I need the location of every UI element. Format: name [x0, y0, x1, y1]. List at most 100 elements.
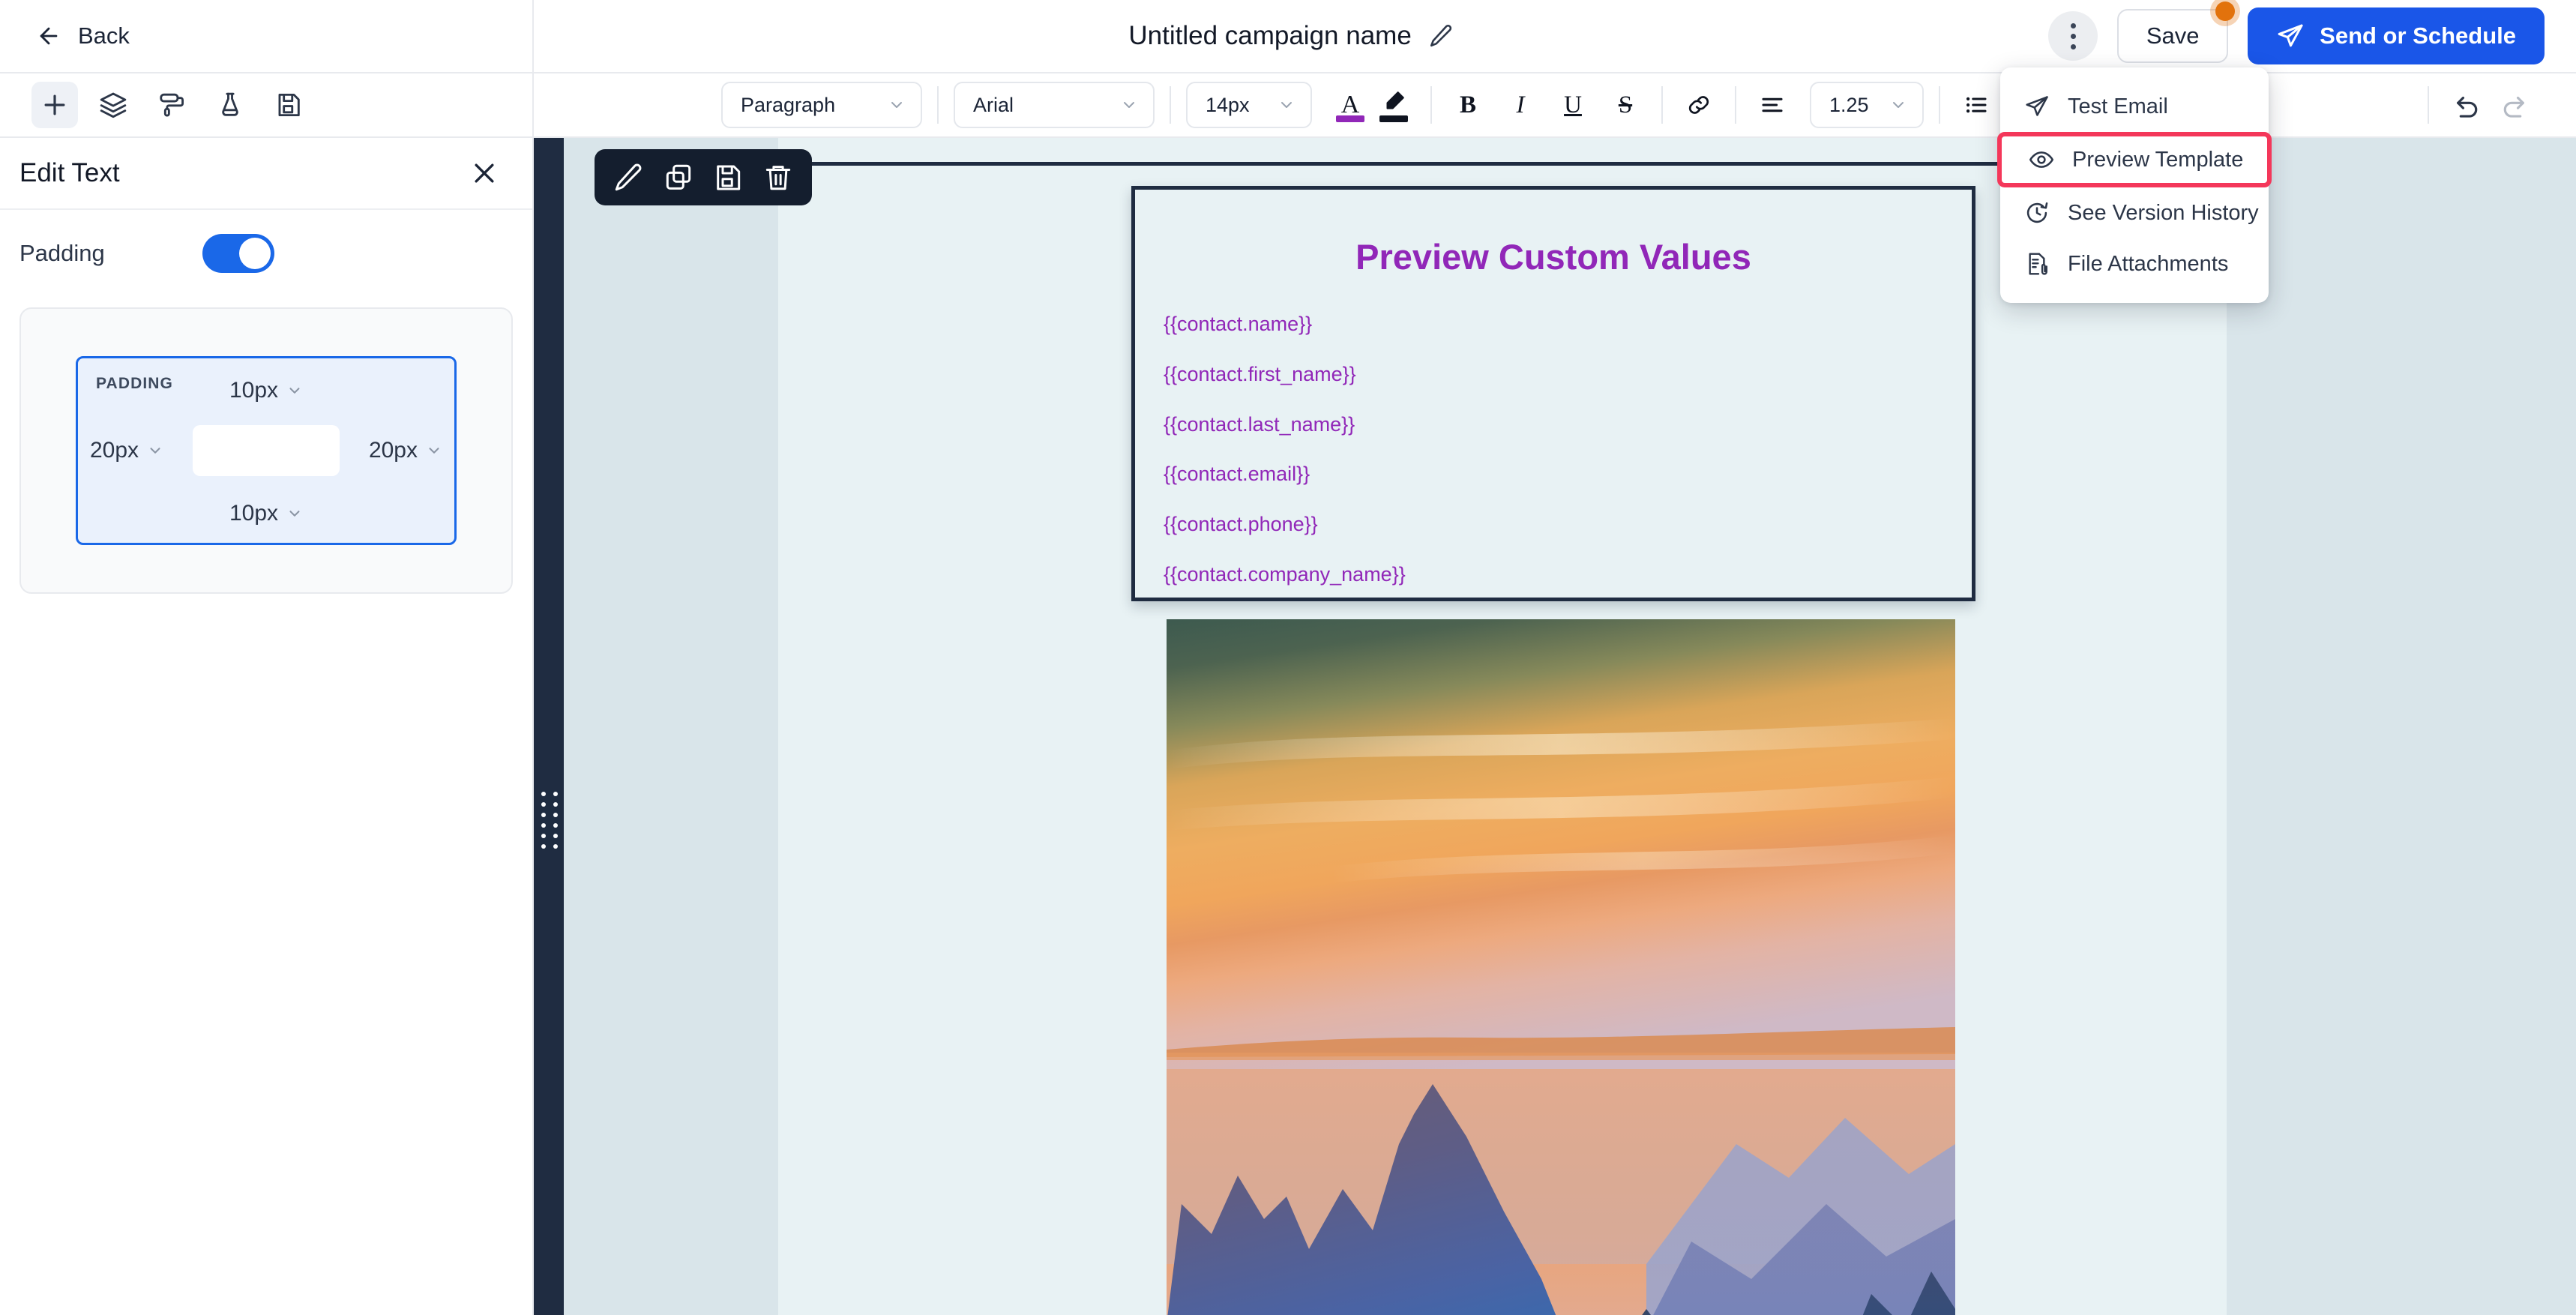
- padding-label: Padding: [19, 240, 105, 266]
- clock-history-icon: [2026, 202, 2048, 223]
- align-left-icon: [1762, 97, 1783, 112]
- link-icon: [1688, 96, 1709, 114]
- unsaved-changes-badge: [2215, 1, 2236, 21]
- font-family-select[interactable]: Arial: [954, 82, 1155, 128]
- bullet-list-button[interactable]: [1955, 84, 1997, 126]
- brand-style-button[interactable]: [148, 82, 195, 128]
- redo-icon: [2503, 96, 2524, 118]
- panel-title: Edit Text: [19, 158, 120, 187]
- text-color-button[interactable]: A: [1328, 83, 1372, 127]
- underline-icon: U: [1564, 91, 1582, 118]
- align-button[interactable]: [1751, 84, 1793, 126]
- chevron-down-icon: [1893, 102, 1904, 108]
- campaign-title-zone: Untitled campaign name: [534, 0, 2048, 73]
- padding-top-select[interactable]: 10px: [229, 378, 303, 403]
- toolbar-divider: [1170, 86, 1171, 124]
- padding-toggle[interactable]: [202, 234, 274, 273]
- font-size-value: 14px: [1206, 93, 1250, 116]
- italic-button[interactable]: I: [1499, 84, 1541, 126]
- chevron-down-icon: [1124, 102, 1134, 108]
- padding-top-value: 10px: [229, 378, 279, 403]
- menu-item-see-version-history[interactable]: See Version History: [2000, 187, 2269, 238]
- padding-card: PADDING 10px 20px 20px 10px: [19, 307, 513, 594]
- toolbar-divider: [1939, 86, 1940, 124]
- header-actions: Save Send or Schedule: [2048, 0, 2576, 73]
- layers-button[interactable]: [90, 82, 136, 128]
- floppy-disk-icon[interactable]: [712, 162, 744, 193]
- page-title: Untitled campaign name: [1128, 21, 1412, 50]
- more-vertical-icon: [2070, 22, 2076, 28]
- undo-button[interactable]: [2444, 82, 2491, 128]
- floppy-disk-icon: [278, 93, 300, 117]
- merge-tag-item: {{contact.name}}: [1164, 313, 1313, 335]
- merge-tag-list: {{contact.name}} {{contact.first_name}} …: [1135, 312, 1972, 588]
- toolbar-divider: [937, 86, 939, 124]
- padding-right-select[interactable]: 20px: [369, 438, 442, 463]
- chevron-down-icon: [150, 448, 160, 454]
- padding-bottom-value: 10px: [229, 501, 279, 526]
- bold-icon: B: [1459, 91, 1476, 118]
- merge-tag-item: {{contact.first_name}}: [1164, 362, 1356, 385]
- add-block-button[interactable]: [31, 82, 78, 128]
- save-template-button[interactable]: [265, 82, 312, 128]
- drag-dots-icon[interactable]: [541, 792, 558, 849]
- flask-icon: [222, 92, 238, 116]
- toggle-knob: [238, 238, 271, 269]
- pencil-icon[interactable]: [1428, 23, 1454, 49]
- hero-image-block[interactable]: [1167, 619, 1955, 1315]
- selected-text-block[interactable]: Preview Custom Values {{contact.name}} {…: [1131, 186, 1975, 601]
- strikethrough-button[interactable]: S: [1604, 84, 1646, 126]
- redo-button[interactable]: [2491, 82, 2537, 128]
- padding-right-value: 20px: [368, 438, 418, 463]
- link-button[interactable]: [1678, 84, 1720, 126]
- menu-item-file-attachments[interactable]: File Attachments: [2000, 238, 2269, 289]
- plus-icon: [44, 94, 65, 115]
- padding-left-select[interactable]: 20px: [90, 438, 163, 463]
- italic-icon: I: [1516, 91, 1525, 118]
- toolbar-divider: [2428, 86, 2429, 124]
- paper-plane-icon: [2278, 24, 2303, 47]
- menu-item-label: Preview Template: [2072, 147, 2244, 172]
- menu-item-test-email[interactable]: Test Email: [2000, 81, 2269, 132]
- back-button[interactable]: Back: [0, 0, 534, 73]
- highlight-color-swatch: [1379, 115, 1408, 122]
- layers-icon: [100, 92, 127, 118]
- arrow-left-icon: [40, 27, 58, 45]
- send-or-schedule-button[interactable]: Send or Schedule: [2248, 7, 2545, 64]
- file-attachment-icon: [2029, 253, 2047, 275]
- ab-test-button[interactable]: [207, 82, 253, 128]
- merge-tag-item: {{contact.last_name}}: [1164, 412, 1355, 436]
- save-button[interactable]: Save: [2117, 9, 2229, 63]
- save-button-wrapper: Save: [2117, 1, 2236, 63]
- close-icon[interactable]: [469, 158, 499, 188]
- toolbar-divider: [1661, 86, 1663, 124]
- font-family-value: Arial: [973, 93, 1014, 116]
- font-size-select[interactable]: 14px: [1186, 82, 1312, 128]
- padding-bottom-select[interactable]: 10px: [229, 501, 303, 526]
- line-height-value: 1.25: [1829, 93, 1869, 116]
- toolbar-divider: [1735, 86, 1736, 124]
- copy-icon[interactable]: [663, 162, 694, 193]
- chevron-down-icon: [1281, 102, 1292, 108]
- back-label: Back: [78, 22, 130, 49]
- padding-toggle-row: Padding: [0, 210, 532, 297]
- block-type-select[interactable]: Paragraph: [721, 82, 922, 128]
- email-canvas-area: Preview Custom Values {{contact.name}} {…: [534, 138, 2576, 1315]
- send-button-label: Send or Schedule: [2320, 22, 2516, 49]
- line-height-select[interactable]: 1.25: [1810, 82, 1924, 128]
- builder-tools: [0, 73, 534, 137]
- more-vertical-icon: [2070, 33, 2076, 39]
- email-builder-app: Back Untitled campaign name Save Send or…: [0, 0, 2576, 1315]
- highlight-color-button[interactable]: [1372, 83, 1415, 127]
- more-options-button[interactable]: [2048, 11, 2098, 61]
- undo-icon: [2457, 96, 2478, 118]
- pencil-icon[interactable]: [613, 162, 644, 193]
- email-heading: Preview Custom Values: [1355, 237, 1751, 277]
- padding-content-preview: [193, 425, 340, 476]
- merge-tag-item: {{contact.phone}}: [1164, 513, 1318, 535]
- underline-button[interactable]: U: [1552, 84, 1594, 126]
- trash-icon[interactable]: [762, 162, 794, 193]
- bold-button[interactable]: B: [1447, 84, 1489, 126]
- menu-item-preview-template[interactable]: Preview Template: [1997, 132, 2272, 187]
- block-type-value: Paragraph: [741, 93, 836, 116]
